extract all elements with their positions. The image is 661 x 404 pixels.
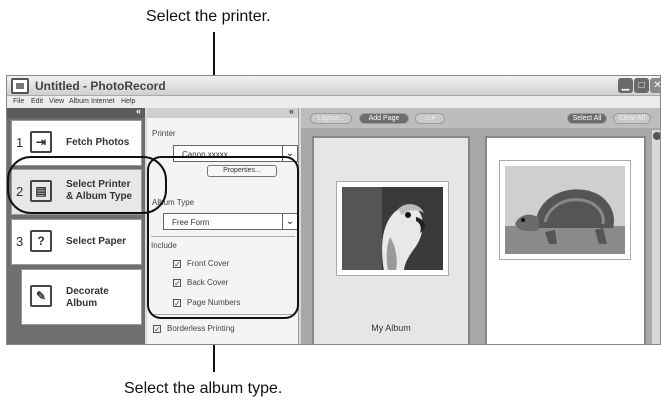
album-area: Layout... Add Page ▭▾ Select All Clear A… (301, 108, 660, 344)
step-number: 1 (16, 135, 24, 150)
minimize-icon[interactable]: ▁ (618, 78, 633, 93)
menu-file[interactable]: File (13, 98, 24, 105)
layout-button[interactable]: Layout... (310, 113, 352, 124)
step-label: Select Paper (66, 236, 127, 247)
menu-internet[interactable]: Internet (91, 98, 115, 105)
photorecord-window: Untitled - PhotoRecord ▁ □ ✕ File Edit V… (6, 75, 661, 345)
step-label: Fetch Photos (66, 137, 130, 148)
window-title: Untitled - PhotoRecord (35, 79, 166, 93)
add-page-button[interactable]: Add Page (359, 113, 409, 124)
decorate-icon: ✎ (30, 285, 52, 307)
parrot-photo-image (342, 187, 443, 270)
maximize-icon[interactable]: □ (634, 78, 649, 93)
borderless-printing-label: Borderless Printing (167, 324, 235, 333)
tortoise-photo[interactable] (499, 160, 631, 260)
menu-view[interactable]: View (49, 98, 64, 105)
select-all-button[interactable]: Select All (567, 113, 607, 124)
step-select-paper[interactable]: 3 ? Select Paper (11, 219, 142, 265)
steps-pane: « 1 ⇥ Fetch Photos 2 ▤ Select Printer & … (7, 106, 145, 344)
step-decorate-album[interactable]: ✎ Decorate Album (21, 269, 142, 325)
tortoise-photo-image (505, 166, 625, 254)
album-cover-page[interactable]: My Album (312, 136, 470, 344)
menu-help[interactable]: Help (121, 98, 135, 105)
borderless-printing-checkbox[interactable]: ✓ Borderless Printing (153, 324, 235, 336)
printer-label: Printer (152, 129, 176, 138)
album-page[interactable] (485, 136, 646, 344)
scroll-up-icon[interactable] (653, 132, 660, 140)
close-icon[interactable]: ✕ (650, 78, 660, 93)
callout-select-printer: Select the printer. (146, 8, 271, 25)
step-number: 3 (16, 234, 24, 249)
settings-pane-header: « (147, 106, 298, 118)
collapse-settings-icon[interactable]: « (289, 106, 294, 116)
callout-select-album-type: Select the album type. (124, 380, 283, 397)
clear-all-button[interactable]: Clear All (613, 113, 651, 124)
album-toolbar: Layout... Add Page ▭▾ Select All Clear A… (301, 108, 660, 128)
album-scrollbar[interactable] (652, 130, 660, 344)
menu-album[interactable]: Album (69, 98, 89, 105)
menu-bar: File Edit View Album Internet Help (7, 96, 660, 108)
printer-highlight-frame (7, 156, 167, 214)
paper-icon: ? (30, 230, 52, 252)
menu-edit[interactable]: Edit (31, 98, 43, 105)
album-title: My Album (371, 323, 411, 333)
parrot-photo[interactable] (336, 181, 449, 276)
checkbox-checked-icon: ✓ (153, 325, 161, 334)
collapse-steps-icon[interactable]: « (136, 106, 141, 116)
page-options-icon[interactable]: ▭▾ (415, 113, 445, 124)
steps-pane-header: « (7, 106, 145, 118)
photo-app-icon (11, 78, 29, 94)
parrot-image (342, 187, 443, 270)
tortoise-image (505, 166, 625, 254)
step-label: Decorate Album (66, 286, 109, 309)
album-type-highlight-frame (147, 156, 299, 319)
title-bar: Untitled - PhotoRecord ▁ □ ✕ (7, 76, 660, 96)
fetch-photos-icon: ⇥ (30, 131, 52, 153)
